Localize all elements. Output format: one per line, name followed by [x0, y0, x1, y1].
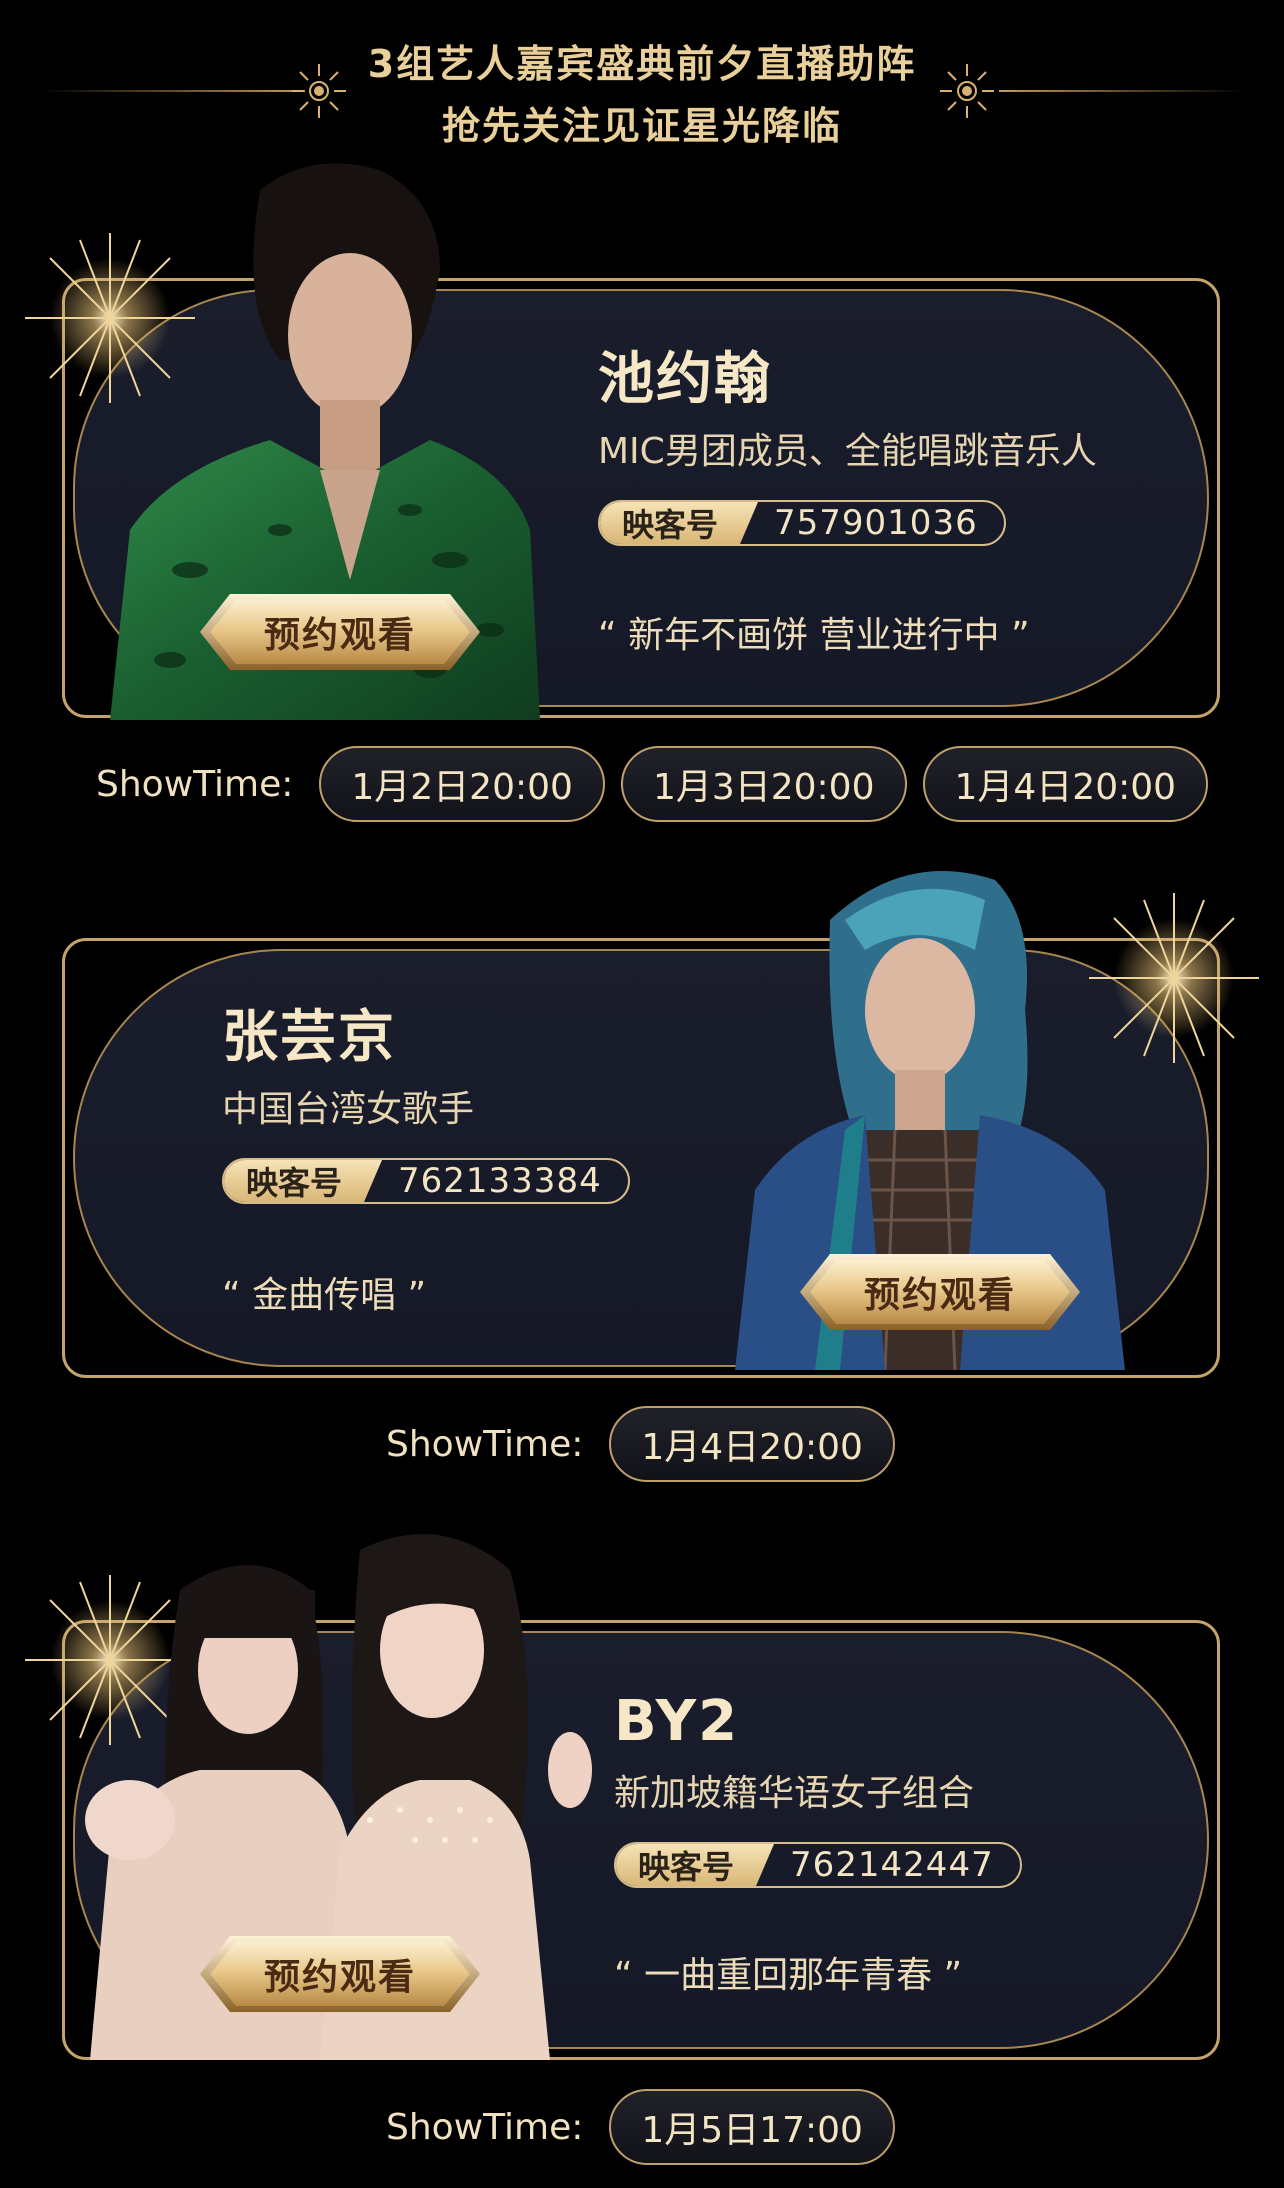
- artist-description: MIC男团成员、全能唱跳音乐人: [598, 431, 1097, 472]
- header-title: 3组艺人嘉宾盛典前夕直播助阵: [367, 42, 917, 86]
- reserve-button[interactable]: 预约观看: [190, 1930, 490, 2018]
- showtime-slot[interactable]: 1月5日17:00: [609, 2089, 895, 2165]
- showtime-row: ShowTime: 1月2日20:00 1月3日20:00 1月4日20:00: [96, 745, 1224, 823]
- inke-id-label: 映客号: [600, 502, 758, 544]
- inke-id-value: 757901036: [774, 503, 978, 543]
- showtime-label: ShowTime:: [96, 763, 294, 805]
- inke-id-badge: 映客号 762142447: [614, 1842, 1022, 1888]
- inke-id-badge: 映客号 757901036: [598, 500, 1006, 546]
- reserve-button-label: 预约观看: [263, 1957, 416, 1998]
- showtime-slot[interactable]: 1月2日20:00: [319, 746, 605, 822]
- artist-quote: “ 金曲传唱 ”: [222, 1275, 427, 1316]
- artist-quote: “ 新年不画饼 营业进行中 ”: [598, 615, 1030, 656]
- header-divider-left: [40, 90, 305, 92]
- inke-id-label: 映客号: [616, 1844, 774, 1886]
- reserve-button[interactable]: 预约观看: [790, 1248, 1090, 1336]
- inke-id-label: 映客号: [224, 1160, 382, 1202]
- artist-quote: “ 一曲重回那年青春 ”: [614, 1955, 963, 1996]
- inke-id-value: 762142447: [790, 1845, 994, 1885]
- header-divider-right: [999, 90, 1244, 92]
- artist-description: 新加坡籍华语女子组合: [614, 1773, 975, 1814]
- reserve-button-label: 预约观看: [263, 615, 416, 656]
- reserve-button-label: 预约观看: [863, 1275, 1016, 1316]
- inke-id-value: 762133384: [398, 1161, 602, 1201]
- showtime-slot[interactable]: 1月4日20:00: [922, 746, 1209, 822]
- reserve-button[interactable]: 预约观看: [190, 588, 490, 676]
- showtime-label: ShowTime:: [386, 1423, 584, 1465]
- showtime-row: ShowTime: 1月5日17:00: [386, 2088, 911, 2166]
- artist-name: 池约翰: [598, 347, 772, 412]
- header-subtitle: 抢先关注见证星光降临: [441, 104, 842, 148]
- page-header: 3组艺人嘉宾盛典前夕直播助阵 抢先关注见证星光降临: [0, 22, 1284, 162]
- showtime-row: ShowTime: 1月4日20:00: [386, 1405, 911, 1483]
- artist-name: BY2: [614, 1689, 740, 1754]
- artist-description: 中国台湾女歌手: [222, 1089, 475, 1130]
- artist-name: 张芸京: [222, 1005, 396, 1070]
- showtime-slot[interactable]: 1月3日20:00: [620, 746, 907, 822]
- inke-id-badge: 映客号 762133384: [222, 1158, 630, 1204]
- showtime-label: ShowTime:: [386, 2106, 584, 2148]
- showtime-slot[interactable]: 1月4日20:00: [609, 1406, 895, 1482]
